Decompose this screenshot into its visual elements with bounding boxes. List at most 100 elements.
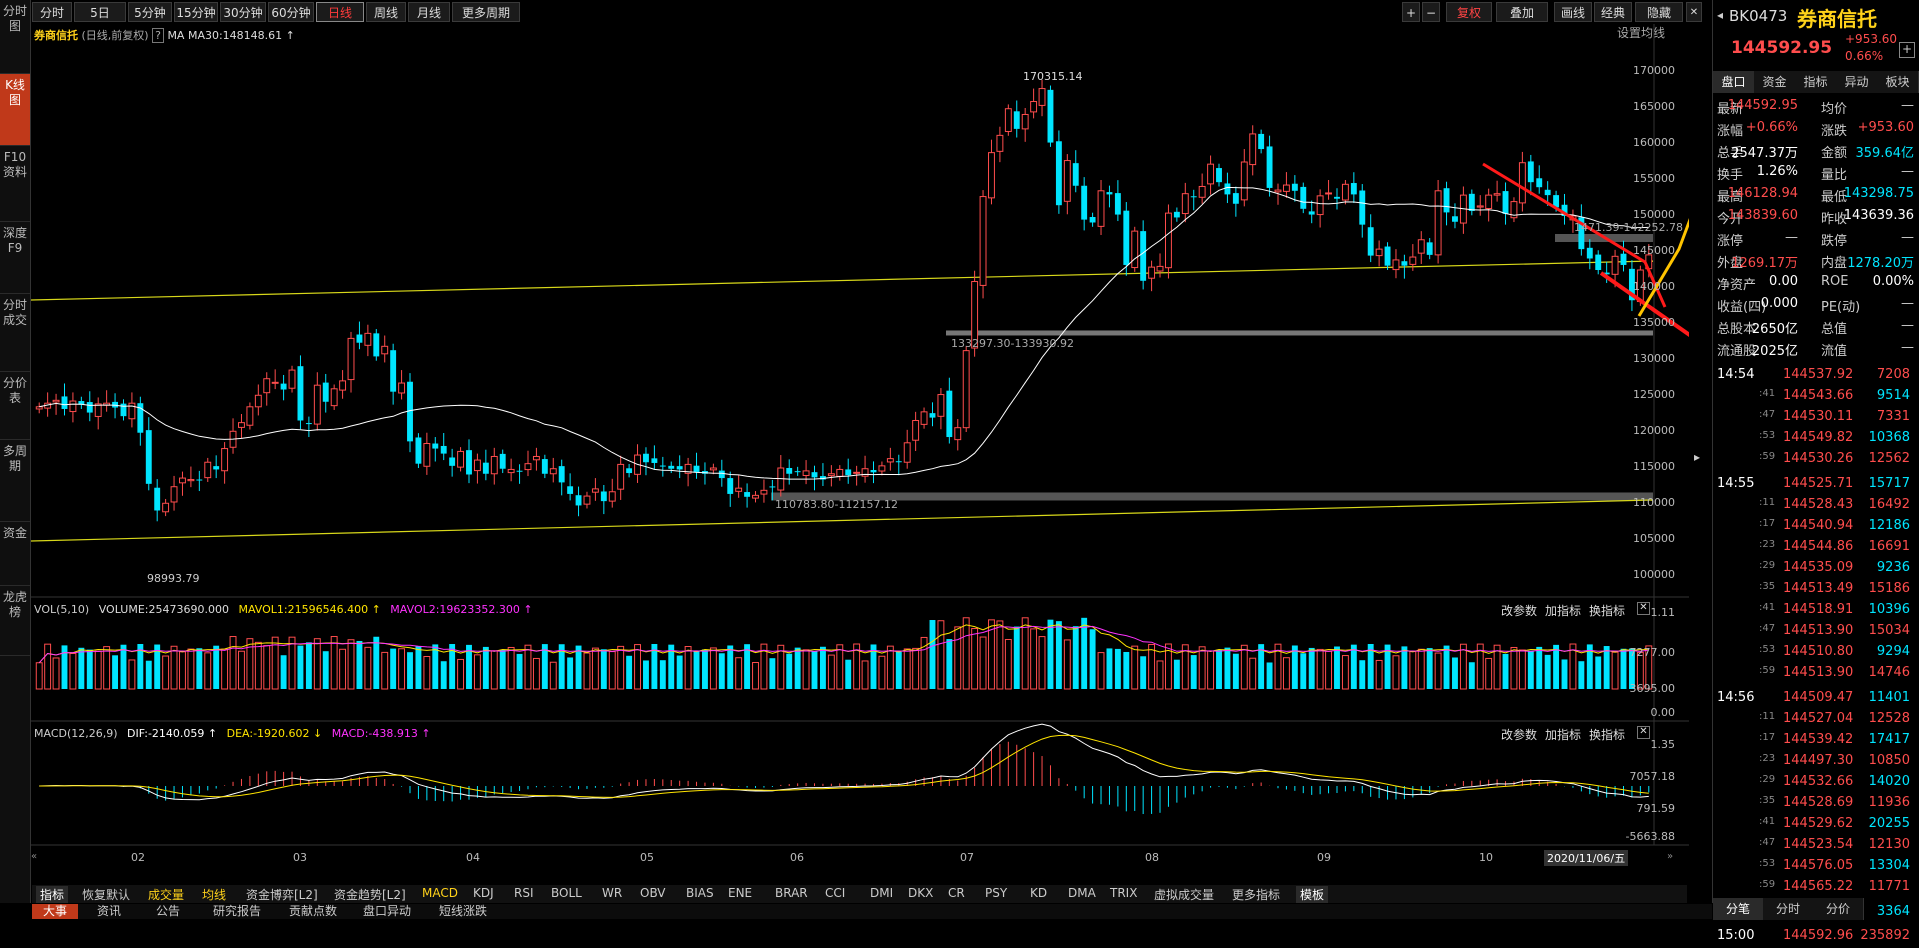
indicator-item-3[interactable]: 均线	[202, 886, 226, 903]
indicator-item-14[interactable]: BRAR	[775, 886, 808, 900]
news-tab-6[interactable]: 短线涨跌	[430, 904, 496, 919]
left-nav-item-4[interactable]: 分时成交	[0, 294, 30, 372]
macd-close-icon[interactable]: ✕	[1637, 726, 1650, 739]
scroll-right-icon[interactable]: »	[1667, 851, 1673, 862]
indicator-item-19[interactable]: PSY	[985, 886, 1007, 900]
chart-area[interactable]: 券商信托 (日线,前复权) ? MA MA30:148148.61 ↑ 设置均线…	[31, 24, 1689, 884]
macd-edit-params[interactable]: 改参数	[1501, 726, 1537, 743]
volume-bar	[962, 617, 970, 690]
toolbar-button-1[interactable]: −	[1422, 2, 1440, 22]
indicator-item-0[interactable]: 指标	[36, 886, 69, 903]
indicator-item-23[interactable]: 虚拟成交量	[1154, 886, 1214, 903]
indicator-item-13[interactable]: ENE	[728, 886, 752, 900]
volume-bar	[440, 661, 447, 689]
left-nav-item-8[interactable]: 龙虎榜	[0, 586, 30, 656]
left-nav-item-1[interactable]: K线图	[0, 74, 30, 146]
vol-close-icon[interactable]: ✕	[1637, 602, 1650, 615]
period-tab-4[interactable]: 30分钟	[220, 2, 266, 22]
toolbar-button-0[interactable]: +	[1402, 2, 1420, 22]
panel-back-icon[interactable]: ◂	[1717, 8, 1723, 22]
vol-edit-params[interactable]: 改参数	[1501, 602, 1537, 619]
candle-body	[1401, 261, 1408, 266]
toolbar-button-6[interactable]: 隐藏	[1635, 2, 1683, 22]
volume-bar	[1097, 652, 1105, 690]
indicator-item-16[interactable]: DMI	[870, 886, 893, 900]
indicator-item-9[interactable]: BOLL	[551, 886, 582, 900]
news-tab-5[interactable]: 盘口异动	[354, 904, 420, 919]
gap-bar-1	[946, 330, 1653, 336]
indicator-item-2[interactable]: 成交量	[148, 886, 184, 903]
period-tab-0[interactable]: 分时	[32, 2, 72, 22]
indicator-item-5[interactable]: 资金趋势[L2]	[334, 886, 406, 903]
left-nav-item-0[interactable]: 分时图	[0, 0, 30, 74]
vol-add-indicator[interactable]: 加指标	[1545, 602, 1581, 619]
macd-switch-indicator[interactable]: 换指标	[1589, 726, 1625, 743]
quote-value: —	[1901, 164, 1914, 179]
left-nav-item-6[interactable]: 多周期	[0, 440, 30, 522]
period-tab-5[interactable]: 60分钟	[268, 2, 314, 22]
indicator-item-15[interactable]: CCI	[825, 886, 845, 900]
indicator-item-8[interactable]: RSI	[514, 886, 534, 900]
news-tab-4[interactable]: 贡献点数	[280, 904, 346, 919]
tick-row: :53 144576.05 13304	[1713, 858, 1919, 878]
period-tab-6[interactable]: 日线	[316, 2, 364, 22]
candle-body	[709, 467, 717, 471]
indicator-item-18[interactable]: CR	[948, 886, 965, 900]
indicator-item-12[interactable]: BIAS	[686, 886, 714, 900]
toolbar-button-5[interactable]: 经典	[1594, 2, 1632, 22]
quote-tab-2[interactable]: 指标	[1795, 71, 1837, 93]
quote-tab-3[interactable]: 异动	[1836, 71, 1878, 93]
candle-body	[364, 332, 372, 346]
collapse-left-icon[interactable]: ▸	[1694, 450, 1700, 464]
period-tab-2[interactable]: 5分钟	[128, 2, 172, 22]
tick-volume: 10850	[1868, 753, 1910, 768]
candle-body	[1350, 183, 1357, 195]
indicator-item-20[interactable]: KD	[1030, 886, 1047, 900]
indicator-item-22[interactable]: TRIX	[1110, 886, 1137, 900]
period-tab-3[interactable]: 15分钟	[174, 2, 218, 22]
indicator-item-1[interactable]: 恢复默认	[82, 886, 130, 903]
news-tab-1[interactable]: 资讯	[84, 904, 134, 919]
indicator-item-24[interactable]: 更多指标	[1232, 886, 1280, 903]
candle-body	[423, 443, 431, 467]
vol-switch-indicator[interactable]: 换指标	[1589, 602, 1625, 619]
quote-value: 1.26%	[1756, 164, 1798, 179]
volume-bar	[381, 651, 389, 690]
macd-add-indicator[interactable]: 加指标	[1545, 726, 1581, 743]
scroll-left-icon[interactable]: «	[31, 851, 37, 862]
quote-bottom-tab-1[interactable]: 分时	[1763, 898, 1814, 920]
quote-tab-4[interactable]: 板块	[1877, 71, 1919, 93]
indicator-item-6[interactable]: MACD	[422, 886, 458, 900]
indicator-item-11[interactable]: OBV	[640, 886, 666, 900]
quote-tab-1[interactable]: 资金	[1754, 71, 1796, 93]
add-watchlist-icon[interactable]: +	[1899, 42, 1915, 58]
indicator-item-10[interactable]: WR	[602, 886, 622, 900]
quote-bottom-tab-2[interactable]: 分价	[1813, 898, 1864, 920]
toolbar-close-icon[interactable]: ✕	[1686, 2, 1702, 22]
period-tab-1[interactable]: 5日	[74, 2, 126, 22]
candle-body	[1106, 192, 1113, 195]
quote-bottom-tab-0[interactable]: 分笔	[1713, 898, 1764, 920]
toolbar-button-3[interactable]: 叠加	[1496, 2, 1548, 22]
left-nav-item-7[interactable]: 资金	[0, 522, 30, 586]
indicator-item-25[interactable]: 模板	[1296, 886, 1329, 903]
left-nav-item-3[interactable]: 深度F9	[0, 222, 30, 294]
indicator-item-7[interactable]: KDJ	[473, 886, 494, 900]
quote-tab-0[interactable]: 盘口	[1713, 71, 1755, 93]
period-tab-8[interactable]: 月线	[408, 2, 450, 22]
candle-body	[1502, 191, 1509, 214]
news-tab-3[interactable]: 研究报告	[202, 904, 272, 919]
volume-bar	[305, 642, 312, 689]
toolbar-button-4[interactable]: 画线	[1554, 2, 1592, 22]
left-nav-item-5[interactable]: 分价表	[0, 372, 30, 440]
price-axis-label-10: 120000	[1633, 424, 1675, 437]
indicator-item-17[interactable]: DKX	[908, 886, 933, 900]
toolbar-button-2[interactable]: 复权	[1446, 2, 1492, 22]
news-tab-0[interactable]: 大事	[32, 904, 78, 919]
left-nav-item-2[interactable]: F10资料	[0, 146, 30, 222]
indicator-item-21[interactable]: DMA	[1068, 886, 1096, 900]
indicator-item-4[interactable]: 资金博弈[L2]	[246, 886, 318, 903]
period-tab-7[interactable]: 周线	[366, 2, 406, 22]
period-tab-9[interactable]: 更多周期	[452, 2, 520, 22]
news-tab-2[interactable]: 公告	[142, 904, 194, 919]
